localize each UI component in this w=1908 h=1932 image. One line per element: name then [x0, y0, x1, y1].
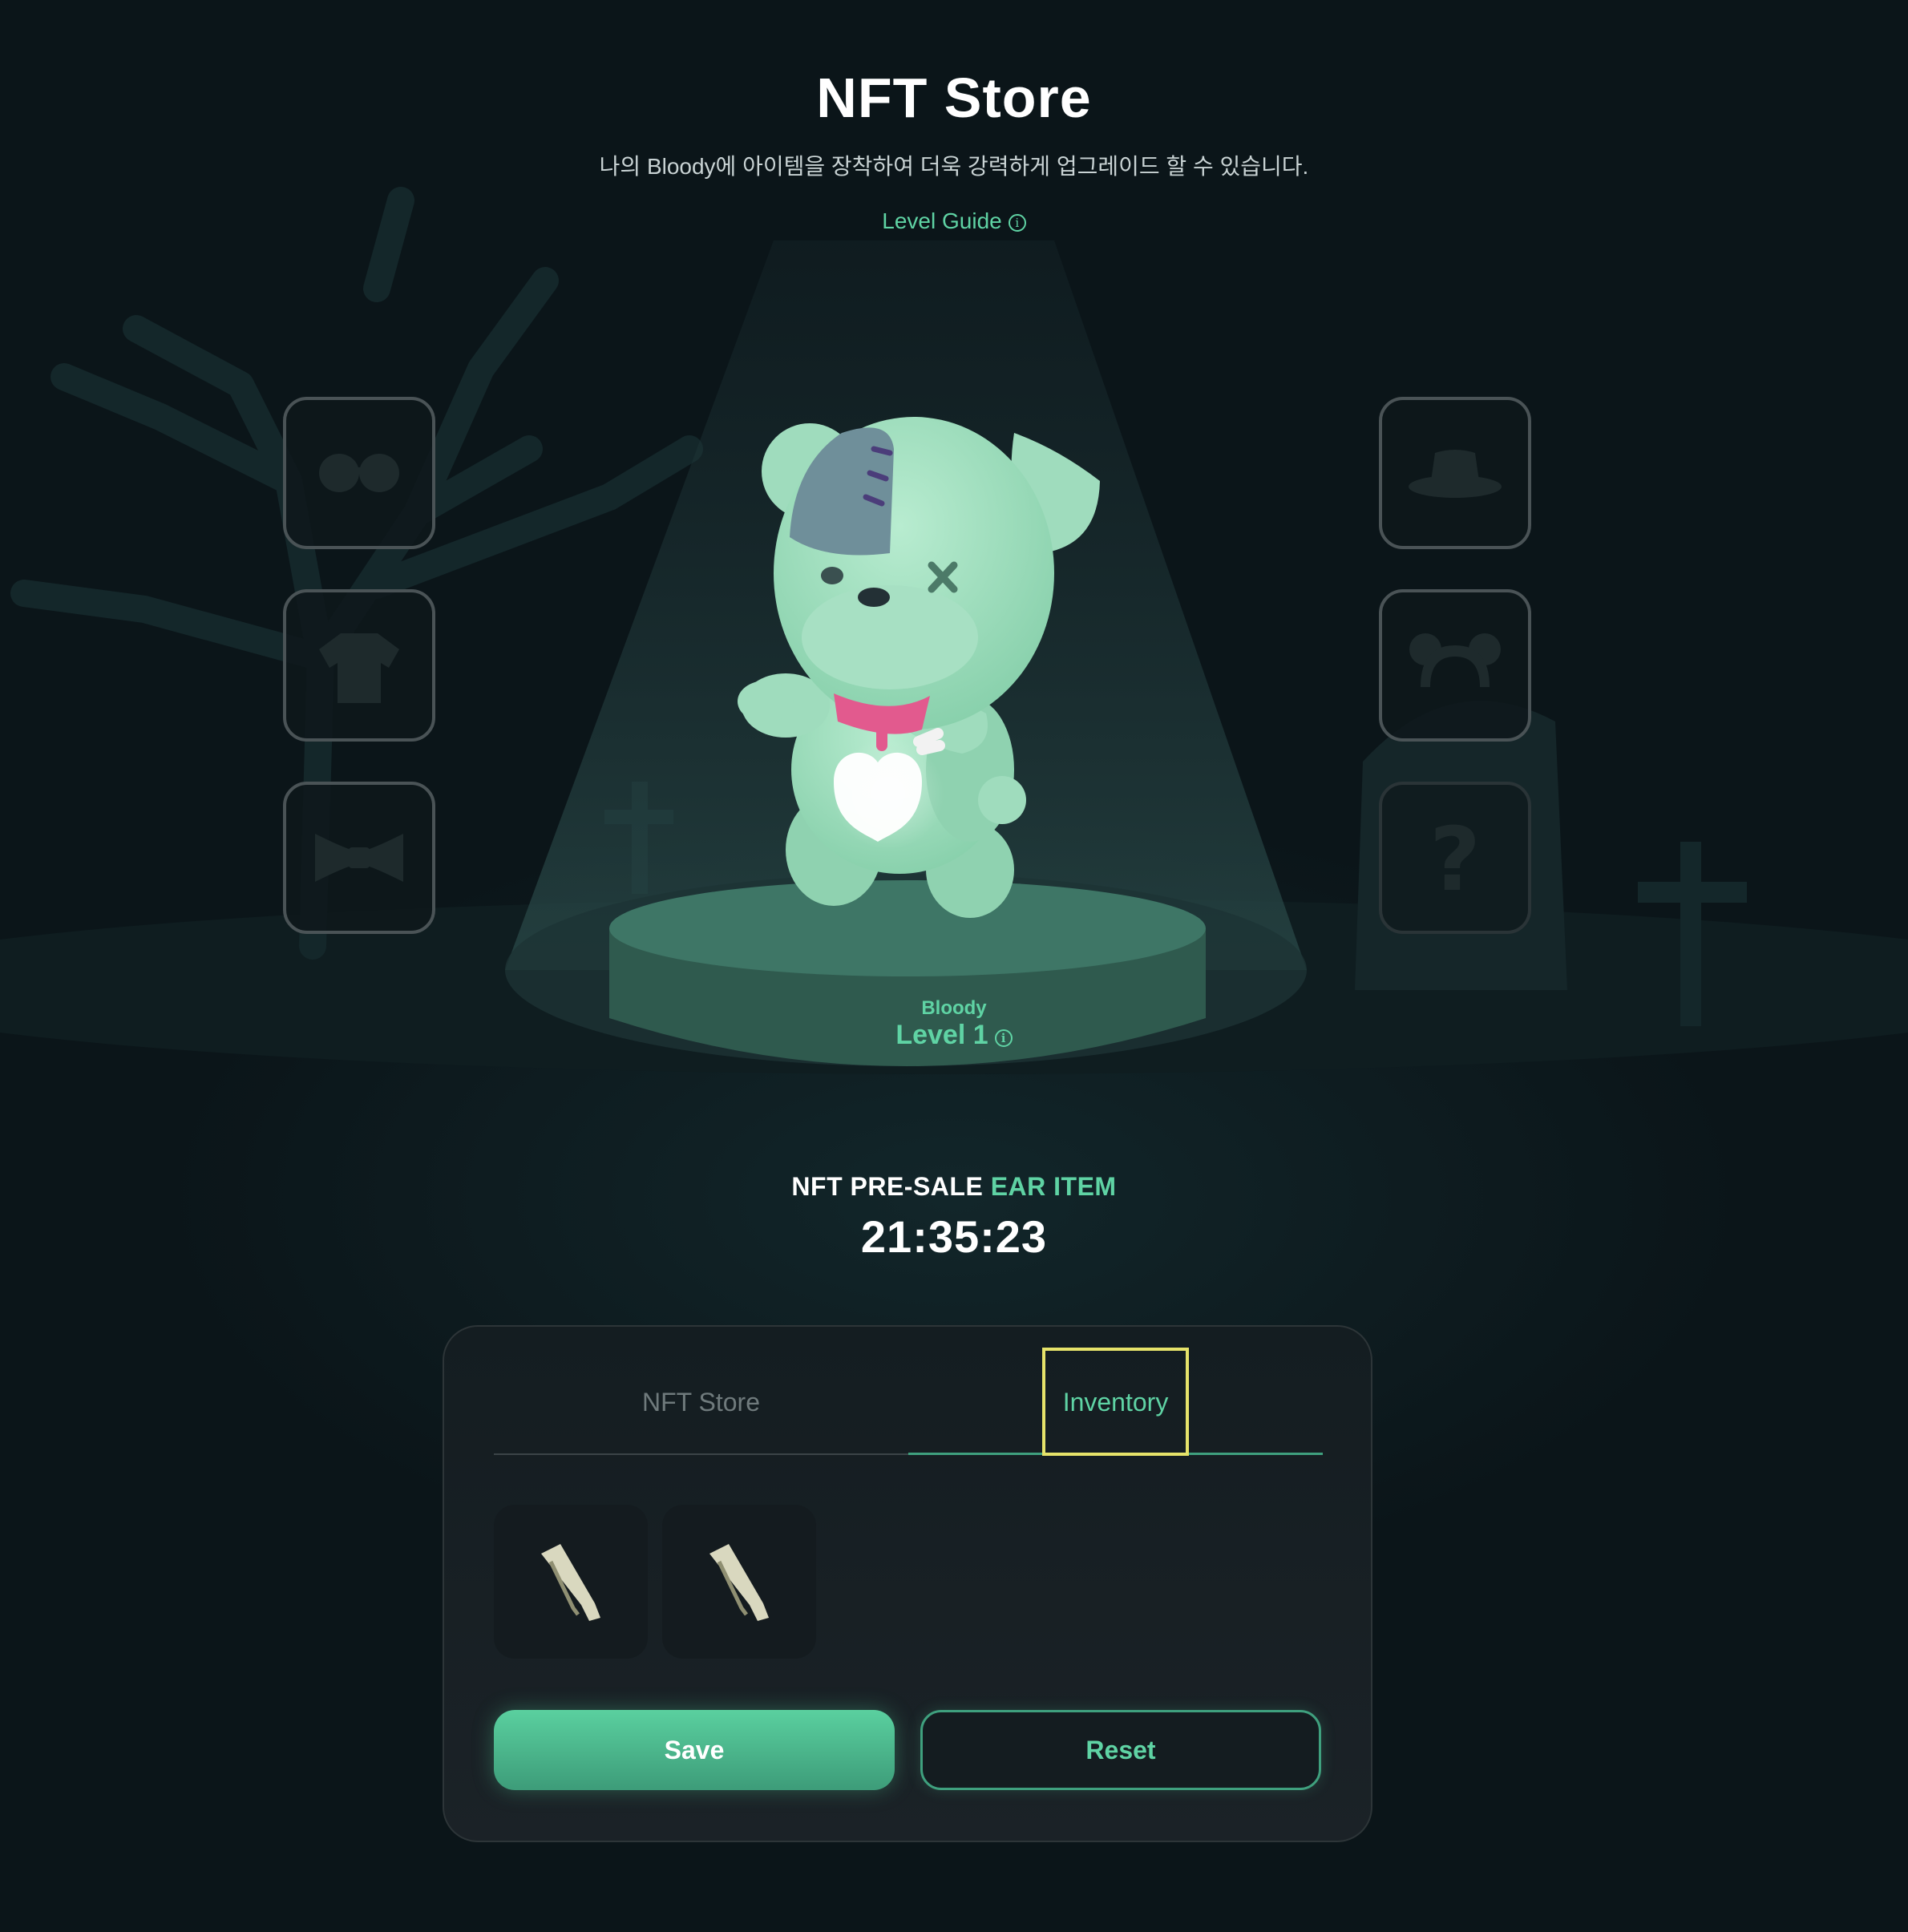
save-button[interactable]: Save [494, 1710, 895, 1790]
character-level-label: Level 1 [895, 1020, 988, 1050]
slot-bowtie[interactable] [283, 782, 435, 934]
presale-prefix: NFT PRE-SALE [791, 1172, 984, 1201]
bowtie-icon [315, 834, 403, 882]
level-guide-label: Level Guide [882, 208, 1002, 233]
slot-locked[interactable]: ? [1379, 782, 1531, 934]
hat-icon [1409, 450, 1502, 498]
character-name: Bloody [921, 997, 987, 1019]
slot-ear[interactable] [1379, 589, 1531, 742]
svg-text:?: ? [1429, 808, 1481, 910]
nft-store-page: NFT Store 나의 Bloody에 아이템을 장착하여 더욱 강력하게 업… [0, 0, 1908, 1932]
presale-countdown: 21:35:23 [860, 1211, 1048, 1262]
ear-item-icon [709, 1544, 769, 1621]
slot-glasses[interactable] [283, 397, 435, 549]
inventory-item[interactable] [662, 1505, 816, 1659]
inventory-item[interactable] [494, 1505, 648, 1659]
inventory-list [494, 1505, 816, 1659]
glasses-icon [319, 454, 399, 492]
tab-nft-store[interactable]: NFT Store [494, 1351, 908, 1455]
presale-heading: NFT PRE-SALE EAR ITEM [0, 1172, 1908, 1202]
ear-icon [1409, 633, 1501, 687]
slot-shirt[interactable] [283, 589, 435, 742]
reset-button[interactable]: Reset [920, 1710, 1321, 1790]
page-title: NFT Store [816, 67, 1092, 129]
presale-highlight: EAR ITEM [990, 1172, 1117, 1201]
level-guide-link[interactable]: Level Guide i [0, 208, 1908, 234]
slot-hat[interactable] [1379, 397, 1531, 549]
tab-inventory-label: Inventory [1041, 1348, 1190, 1456]
panel-tabs: NFT Store Inventory [494, 1348, 1323, 1456]
info-icon: i [994, 1029, 1013, 1047]
store-panel: NFT Store Inventory Save Reset [443, 1325, 1372, 1842]
shirt-icon [319, 633, 399, 703]
character-level[interactable]: Level 1 i [0, 1020, 1908, 1051]
tab-inventory[interactable]: Inventory [908, 1348, 1323, 1456]
question-icon: ? [1429, 808, 1481, 910]
info-icon: i [1008, 214, 1026, 232]
ear-item-icon [541, 1544, 600, 1621]
page-subtitle: 나의 Bloody에 아이템을 장착하여 더욱 강력하게 업그레이드 할 수 있… [599, 154, 1309, 179]
